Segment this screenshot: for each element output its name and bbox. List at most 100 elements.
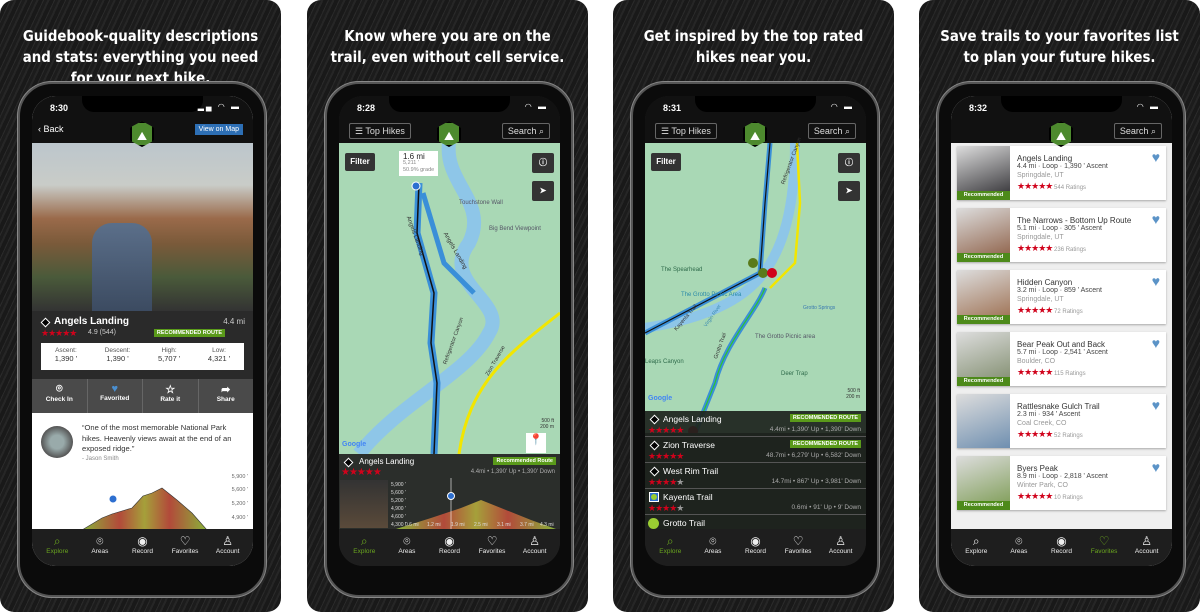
search-icon: ⌕ (53, 534, 61, 548)
favorite-card[interactable]: Recommended Byers Peak 8.9 mi · Loop · 2,8… (957, 456, 1166, 510)
tab-explore[interactable]: ⌕ Explore (956, 529, 996, 566)
tab-favorites[interactable]: ♡ Favorites (1084, 529, 1124, 566)
tab-bar: ⌕ Explore ⌾ Areas ◉ Record ♡ Favorites ♙ Acco… (32, 529, 253, 566)
y-tick: 5,200 ' (232, 501, 248, 507)
top-hikes-button[interactable]: ☰ Top Hikes (349, 123, 411, 139)
tab-record[interactable]: ◉ Record (122, 529, 162, 566)
stat-descent: Descent: 1,390 ' (105, 347, 131, 370)
filter-button[interactable]: Filter (651, 153, 681, 171)
tab-account[interactable]: ♙ Account (821, 529, 861, 566)
rating-stars: ★★★★★ (648, 503, 684, 513)
favorited-button[interactable]: ♥ Favorited (88, 379, 143, 413)
ratings-count: 115 Ratings (1054, 371, 1086, 377)
phone-frame: 8:28 ◠ ▬ ☰ Top Hikes ⛰ Search ⌕ Filter 1.… (325, 82, 573, 597)
tab-account[interactable]: ♙ Account (208, 529, 248, 566)
trail-name: Angels Landing (663, 414, 722, 424)
black-diamond-icon (649, 414, 660, 425)
trail-row[interactable]: Zion Traverse RECOMMENDED ROUTE ★★★★★ 48.7m… (645, 437, 866, 463)
caption: Save trails to your favorites list to pl… (940, 27, 1179, 66)
tab-favorites[interactable]: ♡ Favorites (165, 529, 205, 566)
favorite-card[interactable]: Recommended The Narrows - Bottom Up Route… (957, 208, 1166, 262)
trail-row[interactable]: Kayenta Trail ★★★★★ 0.6mi • 91' Up • 9' Do… (645, 489, 866, 515)
rating-stars: ★★★★★ (648, 477, 684, 487)
trail-sheet[interactable]: Angels Landing Recommended Route ★★★★★ 4… (339, 454, 560, 529)
filter-button[interactable]: Filter (345, 153, 375, 171)
trail-row[interactable]: Angels Landing RECOMMENDED ROUTE ★★★★★ 4.4m… (645, 411, 866, 437)
info-button[interactable]: ⓘ (838, 153, 860, 173)
pin-drop-button[interactable]: 📍 (526, 433, 546, 453)
locate-button[interactable]: ➤ (838, 181, 860, 201)
rate-button[interactable]: ☆ Rate it (143, 379, 199, 413)
tab-record[interactable]: ◉ Record (1041, 529, 1081, 566)
recommended-label: Recommended (957, 377, 1010, 386)
favorite-heart-icon[interactable]: ♥ (1152, 149, 1160, 165)
back-button[interactable]: ‹ Back (38, 124, 64, 134)
tab-account[interactable]: ♙ Account (515, 529, 555, 566)
check-in-button[interactable]: ⌾ Check In (32, 379, 88, 413)
tab-label: Favorites (171, 548, 199, 555)
map-label: The Grotto Picnic area (755, 334, 816, 340)
rating-stars: ★★★★★ (648, 451, 684, 461)
search-button[interactable]: Search ⌕ (1113, 123, 1162, 139)
recommended-label: Recommended (957, 191, 1010, 200)
favorite-heart-icon[interactable]: ♥ (1152, 397, 1160, 413)
view-on-map-button[interactable]: View on Map (194, 124, 243, 135)
tab-record[interactable]: ◉ Record (429, 529, 469, 566)
status-time: 8:32 (969, 103, 988, 113)
tab-explore[interactable]: ⌕ Explore (37, 529, 77, 566)
tab-label: Areas (398, 548, 416, 555)
map-label: Grotto Springs (803, 305, 836, 311)
trail-name: The Narrows - Bottom Up Route (1017, 216, 1132, 225)
tab-label: Account (522, 548, 547, 555)
trail-rating: ★★★★★ 52 Ratings (1017, 429, 1083, 440)
status-icons: ◠ ▬ (524, 102, 548, 111)
map-trails (645, 143, 802, 433)
trail-location: Springdale, UT (1017, 172, 1064, 179)
locate-button[interactable]: ➤ (532, 181, 554, 201)
tab-record[interactable]: ◉ Record (735, 529, 775, 566)
search-button[interactable]: Search ⌕ (807, 123, 856, 139)
favorite-heart-icon[interactable]: ♥ (1152, 459, 1160, 475)
elevation-profile (81, 487, 208, 530)
elevation-chart: 5,900 ' 5,600 ' 5,200 ' 4,900 ' 4,600 ' 4,300… (391, 478, 556, 529)
trail-stats: 4.4mi • 1,390' Up • 1,390' Down (470, 469, 555, 475)
black-diamond-icon (649, 440, 660, 451)
tab-areas[interactable]: ⌾ Areas (693, 529, 733, 566)
y-tick: 4,900 ' (391, 506, 406, 512)
review-quote: “One of the most memorable National Park… (82, 423, 232, 453)
info-button[interactable]: ⓘ (532, 153, 554, 173)
tooltip-distance: 1.6 mi (403, 152, 425, 161)
trail-stats: 14.7mi • 867' Up • 3,981' Down (771, 478, 861, 485)
favorite-card[interactable]: Recommended Bear Peak Out and Back 5.7 mi … (957, 332, 1166, 386)
share-button[interactable]: ➦ Share (199, 379, 254, 413)
favorite-card[interactable]: Recommended Hidden Canyon 3.2 mi · Loop · … (957, 270, 1166, 324)
favorite-heart-icon[interactable]: ♥ (1152, 273, 1160, 289)
stat-label: High: (161, 347, 177, 354)
promo-panel-1: Guidebook-quality descriptions and stats… (0, 0, 281, 612)
map-view[interactable]: Filter ⓘ ➤ Refrigerator Canyon The Spear… (645, 137, 866, 433)
favorite-heart-icon[interactable]: ♥ (1152, 211, 1160, 227)
tab-areas[interactable]: ⌾ Areas (80, 529, 120, 566)
search-icon: ⌕ (666, 534, 674, 548)
header: ⛰ Search ⌕ (951, 119, 1172, 147)
trail-row[interactable]: West Rim Trail ★★★★★ 14.7mi • 867' Up • 3,… (645, 463, 866, 489)
map-label: Touchstone Wall (459, 200, 503, 206)
tab-label: Account (1134, 548, 1159, 555)
top-hikes-button[interactable]: ☰ Top Hikes (655, 123, 717, 139)
trail-meta: 8.9 mi · Loop · 2,818 ' Ascent (1017, 473, 1108, 480)
map-view[interactable]: Filter 1.6 mi 5,211 ' 50.9% grade ⓘ ➤ Touc… (339, 143, 560, 454)
tab-explore[interactable]: ⌕ Explore (344, 529, 384, 566)
tab-favorites[interactable]: ♡ Favorites (472, 529, 512, 566)
tab-label: Account (215, 548, 240, 555)
favorite-card[interactable]: Recommended Angels Landing 4.4 mi · Loop ·… (957, 146, 1166, 200)
tab-areas[interactable]: ⌾ Areas (387, 529, 427, 566)
favorite-card[interactable]: Rattlesnake Gulch Trail 2.3 mi · 934 ' As… (957, 394, 1166, 448)
trail-name: Kayenta Trail (663, 492, 713, 502)
tab-label: Record (1051, 548, 1072, 555)
tab-areas[interactable]: ⌾ Areas (999, 529, 1039, 566)
tab-favorites[interactable]: ♡ Favorites (778, 529, 818, 566)
tab-account[interactable]: ♙ Account (1127, 529, 1167, 566)
tab-explore[interactable]: ⌕ Explore (650, 529, 690, 566)
search-button[interactable]: Search ⌕ (501, 123, 550, 139)
favorite-heart-icon[interactable]: ♥ (1152, 335, 1160, 351)
